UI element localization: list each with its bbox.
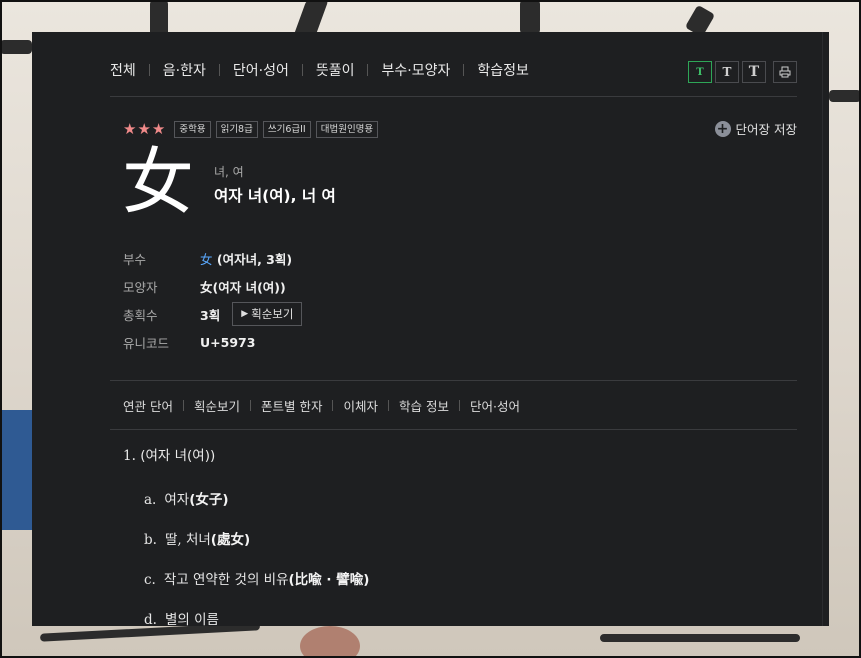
tab-study-info[interactable]: 학습정보 <box>450 60 529 80</box>
radical-desc: (여자녀, 3획) <box>212 251 293 267</box>
section-study-info[interactable]: 학습 정보 <box>378 396 449 415</box>
shape-label: 모양자 <box>123 279 158 295</box>
section-nav: 연관 단어 획순보기 폰트별 한자 이체자 학습 정보 단어·성어 <box>110 380 797 430</box>
strokes-label: 총획수 <box>123 307 158 323</box>
reading-meaning: 여자 녀(여), 너 여 <box>214 187 336 205</box>
list-item: c. 작고 연약한 것의 비유(比喩 · 譬喩) <box>144 572 370 588</box>
meaning-title: (여자 녀(여)) <box>140 448 216 464</box>
list-item: d. 별의 이름 <box>144 612 219 626</box>
tab-meaning[interactable]: 뜻풀이 <box>289 60 355 80</box>
tab-radical-shape[interactable]: 부수·모양자 <box>354 60 450 80</box>
reading-sound: 녀, 여 <box>214 165 244 179</box>
font-size-large-button[interactable]: T <box>742 61 766 83</box>
info-row-shape: 모양자 女(여자 녀(여)) <box>123 272 302 300</box>
hanja-character: 女 <box>122 140 195 224</box>
tab-reading-hanja[interactable]: 음·한자 <box>136 60 206 80</box>
shape-value: 女(여자 녀(여)) <box>200 279 286 295</box>
section-related-words[interactable]: 연관 단어 <box>123 396 173 415</box>
font-size-controls: T T T <box>688 61 797 83</box>
section-words-idioms[interactable]: 단어·성어 <box>449 396 520 415</box>
play-icon: ▶ <box>241 309 249 319</box>
star-rating: ★★★ <box>123 120 167 138</box>
info-row-unicode: 유니코드 U+5973 <box>123 328 302 356</box>
radical-label: 부수 <box>123 251 147 267</box>
list-item: b. 딸, 처녀(處女) <box>144 532 251 548</box>
tab-all[interactable]: 전체 <box>110 60 136 80</box>
section-stroke-order[interactable]: 획순보기 <box>173 396 240 415</box>
level-tag: 대법원인명용 <box>315 120 379 138</box>
section-variants[interactable]: 이체자 <box>322 396 378 415</box>
level-meta: ★★★ 중학용 읽기8급 쓰기6급II 대법원인명용 <box>123 120 383 138</box>
level-tag: 읽기8급 <box>215 120 258 138</box>
strokes-value: 3획 <box>200 307 221 323</box>
radical-link[interactable]: 女 <box>200 252 213 267</box>
level-tag: 쓰기6급II <box>262 120 311 138</box>
font-size-small-button[interactable]: T <box>688 61 712 83</box>
meaning-heading: 1. (여자 녀(여)) <box>123 444 215 464</box>
save-to-wordbook-button[interactable]: + 단어장 저장 <box>714 119 797 138</box>
font-size-medium-button[interactable]: T <box>715 61 739 83</box>
info-row-strokes: 총획수 3획 ▶ 획순보기 <box>123 300 303 328</box>
tab-words-idioms[interactable]: 단어·성어 <box>206 60 289 80</box>
list-item: a. 여자(女子) <box>144 492 229 508</box>
top-nav: 전체 음·한자 단어·성어 뜻풀이 부수·모양자 학습정보 T T T <box>110 60 797 97</box>
meaning-number: 1. <box>123 448 136 464</box>
unicode-value: U+5973 <box>200 334 256 350</box>
dictionary-panel: 전체 음·한자 단어·성어 뜻풀이 부수·모양자 학습정보 T T T ★★★ … <box>32 32 829 626</box>
stroke-order-label: 획순보기 <box>251 307 294 321</box>
character-info: 부수 女 (여자녀, 3획) 모양자 女(여자 녀(여)) 총획수 3획 ▶ 획순… <box>123 244 303 356</box>
plus-circle-icon: + <box>714 120 731 137</box>
save-label: 단어장 저장 <box>735 122 797 137</box>
info-row-radical: 부수 女 (여자녀, 3획) <box>123 244 302 272</box>
section-font-hanja[interactable]: 폰트별 한자 <box>240 396 322 415</box>
level-tag: 중학용 <box>174 120 211 138</box>
meaning-list: a. 여자(女子) b. 딸, 처녀(處女) c. 작고 연약한 것의 비유(比喩 ·… <box>144 488 369 626</box>
print-icon[interactable] <box>773 61 797 83</box>
stroke-order-button[interactable]: ▶ 획순보기 <box>232 302 303 326</box>
unicode-label: 유니코드 <box>123 335 170 351</box>
